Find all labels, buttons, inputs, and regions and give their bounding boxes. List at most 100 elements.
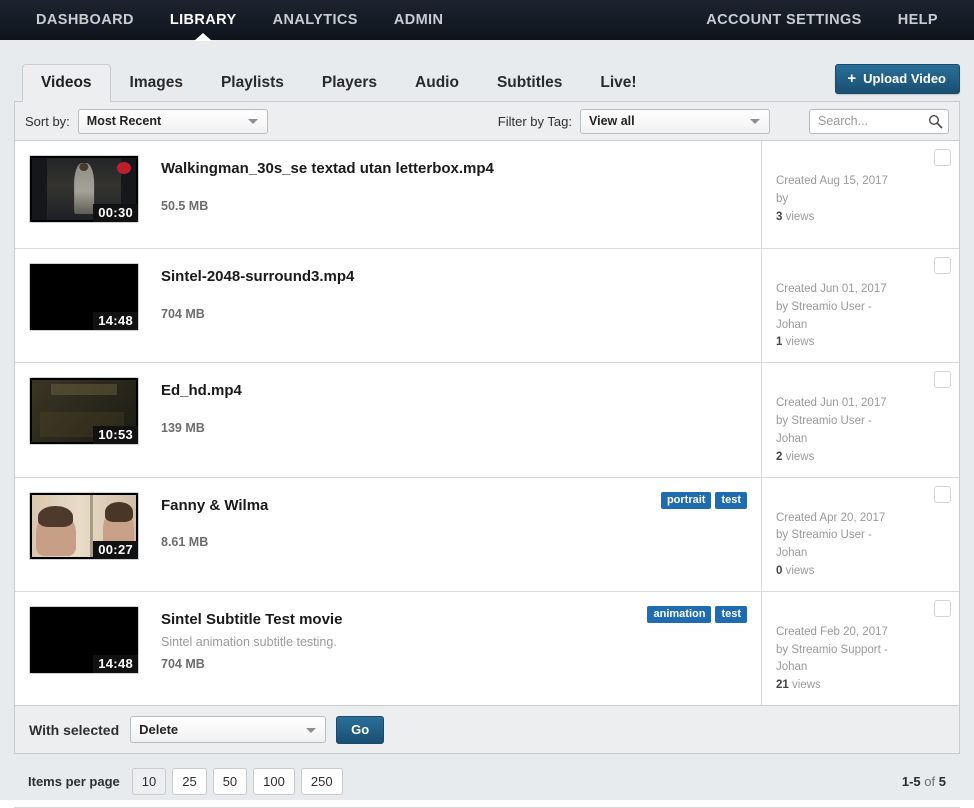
tab-videos[interactable]: Videos <box>22 64 111 102</box>
upload-video-button[interactable]: + Upload Video <box>835 64 960 94</box>
video-created-date: Created Jun 01, 2017 <box>776 397 887 410</box>
video-duration: 00:30 <box>93 204 138 222</box>
plus-icon: + <box>847 70 857 87</box>
page-size-25[interactable]: 25 <box>172 768 207 795</box>
items-per-page-group: 10 25 50 100 250 <box>131 768 343 795</box>
tab-playlists[interactable]: Playlists <box>202 64 303 102</box>
tag-chip[interactable]: test <box>715 491 747 509</box>
row-select-cell <box>925 363 959 476</box>
video-views-label: views <box>785 450 815 463</box>
video-views-count: 21 <box>776 679 789 692</box>
video-views-count: 1 <box>776 336 783 349</box>
pagination-total-value: 5 <box>938 774 946 789</box>
video-filesize: 139 MB <box>161 421 205 435</box>
video-info: Sintel-2048-surround3.mp4 704 MB <box>139 263 761 348</box>
video-author: by <box>776 192 789 205</box>
row-checkbox[interactable] <box>933 257 951 274</box>
video-tags: portrait test <box>660 491 747 509</box>
video-author: by Streamio User - <box>776 415 872 428</box>
video-filesize: 8.61 MB <box>161 535 209 550</box>
table-row[interactable]: 14:48 Sintel-2048-surround3.mp4 704 MB C… <box>15 249 959 364</box>
top-nav-right-group: ACCOUNT SETTINGS HELP <box>688 0 956 40</box>
video-title[interactable]: Ed_hd.mp4 <box>161 382 761 401</box>
table-row[interactable]: 14:48 Sintel Subtitle Test movie Sintel … <box>15 591 959 705</box>
chevron-down-icon <box>247 119 258 124</box>
video-filesize: 50.5 MB <box>161 198 209 213</box>
video-title[interactable]: Walkingman_30s_se textad utan letterbox.… <box>161 160 761 179</box>
filter-by-tag-select[interactable]: View all <box>579 108 770 134</box>
video-author-cont: Johan <box>776 318 808 331</box>
nav-item-analytics[interactable]: ANALYTICS <box>255 0 376 40</box>
chevron-down-icon <box>306 727 317 733</box>
video-meta: Created Feb 20, 2017 by Streamio Support… <box>761 591 925 705</box>
video-info: Ed_hd.mp4 139 MB <box>139 377 761 462</box>
video-title[interactable]: Sintel-2048-surround3.mp4 <box>161 268 761 287</box>
tag-chip[interactable]: test <box>715 605 747 623</box>
video-author: by Streamio Support - <box>776 643 888 656</box>
row-main-content: 14:48 Sintel-2048-surround3.mp4 704 MB <box>15 249 761 362</box>
video-author: by Streamio User - <box>776 300 872 313</box>
tab-live[interactable]: Live! <box>581 64 655 102</box>
page-size-100[interactable]: 100 <box>253 768 295 795</box>
tab-subtitles[interactable]: Subtitles <box>478 64 581 102</box>
sort-by-group: Sort by: Most Recent <box>25 108 268 134</box>
video-thumbnail[interactable]: 10:53 <box>29 377 139 446</box>
bulk-action-bar: With selected Delete Go <box>15 705 959 753</box>
videos-panel: Sort by: Most Recent Filter by Tag: View… <box>14 102 960 754</box>
row-checkbox[interactable] <box>933 149 951 166</box>
video-views-count: 3 <box>776 210 783 223</box>
tab-audio[interactable]: Audio <box>396 64 478 102</box>
row-main-content: 10:53 Ed_hd.mp4 139 MB <box>15 363 761 476</box>
top-navigation-bar: DASHBOARD LIBRARY ANALYTICS ADMIN ACCOUN… <box>0 0 974 40</box>
sort-by-value: Most Recent <box>86 114 162 128</box>
row-checkbox[interactable] <box>933 485 951 503</box>
page-size-10[interactable]: 10 <box>131 768 167 795</box>
pagination-range: 1-5 of 5 <box>902 774 946 789</box>
video-thumbnail[interactable]: 00:27 <box>29 491 139 560</box>
video-views-label: views <box>785 336 815 349</box>
row-checkbox[interactable] <box>933 371 951 389</box>
page-size-50[interactable]: 50 <box>212 768 248 795</box>
upload-video-label: Upload Video <box>863 71 946 86</box>
tab-players[interactable]: Players <box>303 64 396 102</box>
page-size-250[interactable]: 250 <box>300 768 343 795</box>
video-duration: 00:27 <box>93 540 138 559</box>
video-filesize: 704 MB <box>161 656 205 671</box>
sort-by-select[interactable]: Most Recent <box>77 108 268 134</box>
pagination-footer: Items per page 10 25 50 100 250 1-5 of 5 <box>14 754 960 808</box>
video-thumbnail[interactable]: 00:30 <box>29 155 139 223</box>
video-views-label: views <box>785 564 815 577</box>
nav-item-account-settings[interactable]: ACCOUNT SETTINGS <box>688 0 879 40</box>
nav-item-dashboard[interactable]: DASHBOARD <box>18 0 152 40</box>
row-select-cell <box>925 249 959 362</box>
video-thumbnail[interactable]: 14:48 <box>29 605 139 674</box>
bulk-go-button[interactable]: Go <box>336 715 385 744</box>
nav-item-admin[interactable]: ADMIN <box>376 0 462 40</box>
video-author-cont: Johan <box>776 547 808 560</box>
nav-item-help[interactable]: HELP <box>880 0 956 40</box>
video-created-date: Created Aug 15, 2017 <box>776 175 888 187</box>
tag-chip[interactable]: animation <box>647 605 712 623</box>
tag-chip[interactable]: portrait <box>660 491 712 509</box>
nav-item-library[interactable]: LIBRARY <box>152 0 255 40</box>
video-author-cont: Johan <box>776 661 808 674</box>
pagination-of-label: of <box>924 774 936 789</box>
library-tab-bar: Videos Images Playlists Players Audio Su… <box>14 62 960 102</box>
video-thumbnail[interactable]: 14:48 <box>29 263 139 331</box>
search-icon[interactable] <box>928 114 943 129</box>
video-info: Walkingman_30s_se textad utan letterbox.… <box>139 155 761 234</box>
filter-by-tag-group: Filter by Tag: View all <box>498 108 770 134</box>
tab-images[interactable]: Images <box>111 64 202 102</box>
search-input[interactable] <box>816 113 928 129</box>
table-row[interactable]: 00:27 Fanny & Wilma 8.61 MB portrait tes… <box>15 477 959 592</box>
table-row[interactable]: 10:53 Ed_hd.mp4 139 MB Created Jun 01, 2… <box>15 363 959 478</box>
row-checkbox[interactable] <box>933 599 951 617</box>
row-select-cell <box>925 592 959 705</box>
video-duration: 14:48 <box>93 654 138 673</box>
search-box[interactable] <box>809 108 949 134</box>
video-filesize: 704 MB <box>161 306 205 321</box>
video-meta: Created Jun 01, 2017 by Streamio User - … <box>761 363 925 477</box>
table-row[interactable]: 00:30 Walkingman_30s_se textad utan lett… <box>15 141 959 249</box>
bulk-action-select[interactable]: Delete <box>130 716 327 743</box>
page-body: Videos Images Playlists Players Audio Su… <box>0 40 974 808</box>
